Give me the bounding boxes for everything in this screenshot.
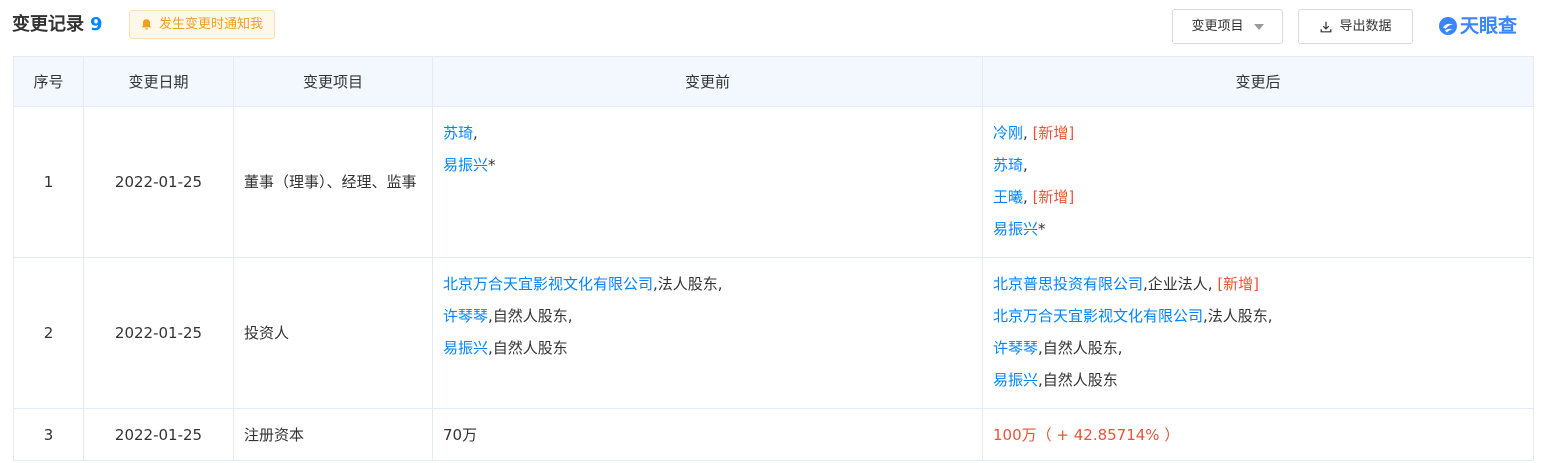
list-item: 苏琦, bbox=[443, 117, 972, 149]
entry-suffix: ,法人股东, bbox=[1203, 307, 1273, 325]
list-item: 易振兴* bbox=[443, 149, 972, 181]
entry-suffix: * bbox=[1038, 220, 1046, 238]
list-item: 许琴琴,自然人股东, bbox=[993, 332, 1523, 364]
logo-text: 天眼查 bbox=[1460, 15, 1518, 37]
row-before: 70万 bbox=[432, 408, 983, 461]
column-header-item: 变更项目 bbox=[233, 56, 433, 107]
row-item: 董事（理事）、经理、监事 bbox=[244, 172, 417, 191]
entry-suffix: ,自然人股东 bbox=[1038, 371, 1118, 389]
row-index: 3 bbox=[13, 408, 84, 461]
row-after: 冷刚, [新增] 苏琦, 王曦, [新增] 易振兴* bbox=[982, 106, 1534, 258]
company-link[interactable]: 北京普思投资有限公司 bbox=[993, 275, 1143, 293]
person-link[interactable]: 易振兴 bbox=[993, 220, 1038, 238]
entry-suffix: ,自然人股东, bbox=[488, 307, 573, 325]
person-link[interactable]: 王曦 bbox=[993, 188, 1023, 206]
person-link[interactable]: 许琴琴 bbox=[993, 339, 1038, 357]
list-item: 北京万合天宜影视文化有限公司,法人股东, bbox=[443, 268, 972, 300]
entry-suffix: ,企业法人, bbox=[1143, 275, 1218, 293]
change-item-filter-dropdown[interactable]: 变更项目 bbox=[1172, 9, 1283, 44]
entry-suffix: , bbox=[1023, 156, 1028, 174]
export-data-button[interactable]: 导出数据 bbox=[1298, 9, 1413, 44]
section-title-text: 变更记录 bbox=[12, 14, 84, 35]
entry-suffix: , bbox=[1023, 124, 1033, 142]
row-index: 2 bbox=[13, 257, 84, 409]
column-header-date: 变更日期 bbox=[83, 56, 234, 107]
filter-label: 变更项目 bbox=[1191, 19, 1244, 34]
row-item: 投资人 bbox=[233, 257, 433, 409]
list-item: 许琴琴,自然人股东, bbox=[443, 300, 972, 332]
table-row: 1 2022-01-25 董事（理事）、经理、监事 苏琦, 易振兴* 冷刚, [… bbox=[13, 106, 1534, 258]
list-item: 冷刚, [新增] bbox=[993, 117, 1523, 149]
person-link[interactable]: 冷刚 bbox=[993, 124, 1023, 142]
row-after: 100万（ + 42.85714% ） bbox=[982, 408, 1534, 461]
row-date: 2022-01-25 bbox=[83, 106, 234, 258]
bell-icon bbox=[141, 19, 152, 30]
table-header-row: 序号 变更日期 变更项目 变更前 变更后 bbox=[13, 56, 1534, 107]
list-item: 易振兴* bbox=[993, 213, 1523, 245]
entry-suffix: * bbox=[488, 156, 496, 174]
record-count: 9 bbox=[90, 14, 103, 35]
section-title: 变更记录 9 bbox=[12, 12, 103, 38]
entry-suffix: , bbox=[473, 124, 478, 142]
entry-suffix: ,法人股东, bbox=[653, 275, 723, 293]
row-item: 注册资本 bbox=[233, 408, 433, 461]
company-link[interactable]: 北京万合天宜影视文化有限公司 bbox=[993, 307, 1203, 325]
list-item: 王曦, [新增] bbox=[993, 181, 1523, 213]
list-item: 易振兴,自然人股东 bbox=[443, 332, 972, 364]
list-item: 苏琦, bbox=[993, 149, 1523, 181]
row-before: 北京万合天宜影视文化有限公司,法人股东, 许琴琴,自然人股东, 易振兴,自然人股… bbox=[432, 257, 983, 409]
list-item: 北京普思投资有限公司,企业法人, [新增] bbox=[993, 268, 1523, 300]
table-row: 3 2022-01-25 注册资本 70万 100万（ + 42.85714% … bbox=[13, 408, 1534, 461]
column-header-after: 变更后 bbox=[982, 56, 1534, 107]
row-item-cell: 董事（理事）、经理、监事 bbox=[233, 106, 433, 258]
notify-on-change-button[interactable]: 发生变更时通知我 bbox=[129, 10, 276, 39]
notify-label: 发生变更时通知我 bbox=[159, 17, 264, 32]
new-tag: [新增] bbox=[1217, 275, 1260, 293]
row-date: 2022-01-25 bbox=[83, 257, 234, 409]
person-link[interactable]: 易振兴 bbox=[993, 371, 1038, 389]
company-link[interactable]: 北京万合天宜影视文化有限公司 bbox=[443, 275, 653, 293]
entry-suffix: ,自然人股东 bbox=[488, 339, 568, 357]
row-date: 2022-01-25 bbox=[83, 408, 234, 461]
person-link[interactable]: 许琴琴 bbox=[443, 307, 488, 325]
change-records-table: 序号 变更日期 变更项目 变更前 变更后 1 2022-01-25 董事（理事）… bbox=[13, 56, 1534, 461]
person-link[interactable]: 苏琦 bbox=[443, 124, 473, 142]
row-after: 北京普思投资有限公司,企业法人, [新增] 北京万合天宜影视文化有限公司,法人股… bbox=[982, 257, 1534, 409]
new-tag: [新增] bbox=[1032, 124, 1075, 142]
person-link[interactable]: 易振兴 bbox=[443, 156, 488, 174]
tianyancha-logo: 天眼查 bbox=[1438, 13, 1517, 39]
column-header-before: 变更前 bbox=[432, 56, 983, 107]
person-link[interactable]: 易振兴 bbox=[443, 339, 488, 357]
table-row: 2 2022-01-25 投资人 北京万合天宜影视文化有限公司,法人股东, 许琴… bbox=[13, 257, 1534, 409]
export-label: 导出数据 bbox=[1339, 19, 1392, 34]
list-item: 北京万合天宜影视文化有限公司,法人股东, bbox=[993, 300, 1523, 332]
person-link[interactable]: 苏琦 bbox=[993, 156, 1023, 174]
entry-suffix: ,自然人股东, bbox=[1038, 339, 1123, 357]
column-header-index: 序号 bbox=[13, 56, 84, 107]
page-header: 变更记录 9 发生变更时通知我 变更项目 导出数据 天眼查 bbox=[0, 0, 1543, 52]
logo-mark-icon bbox=[1439, 17, 1457, 35]
caret-down-icon bbox=[1253, 23, 1264, 30]
row-before: 苏琦, 易振兴* bbox=[432, 106, 983, 258]
list-item: 易振兴,自然人股东 bbox=[993, 364, 1523, 396]
row-index: 1 bbox=[13, 106, 84, 258]
new-tag: [新增] bbox=[1032, 188, 1075, 206]
entry-suffix: , bbox=[1023, 188, 1033, 206]
download-icon bbox=[1321, 21, 1332, 32]
